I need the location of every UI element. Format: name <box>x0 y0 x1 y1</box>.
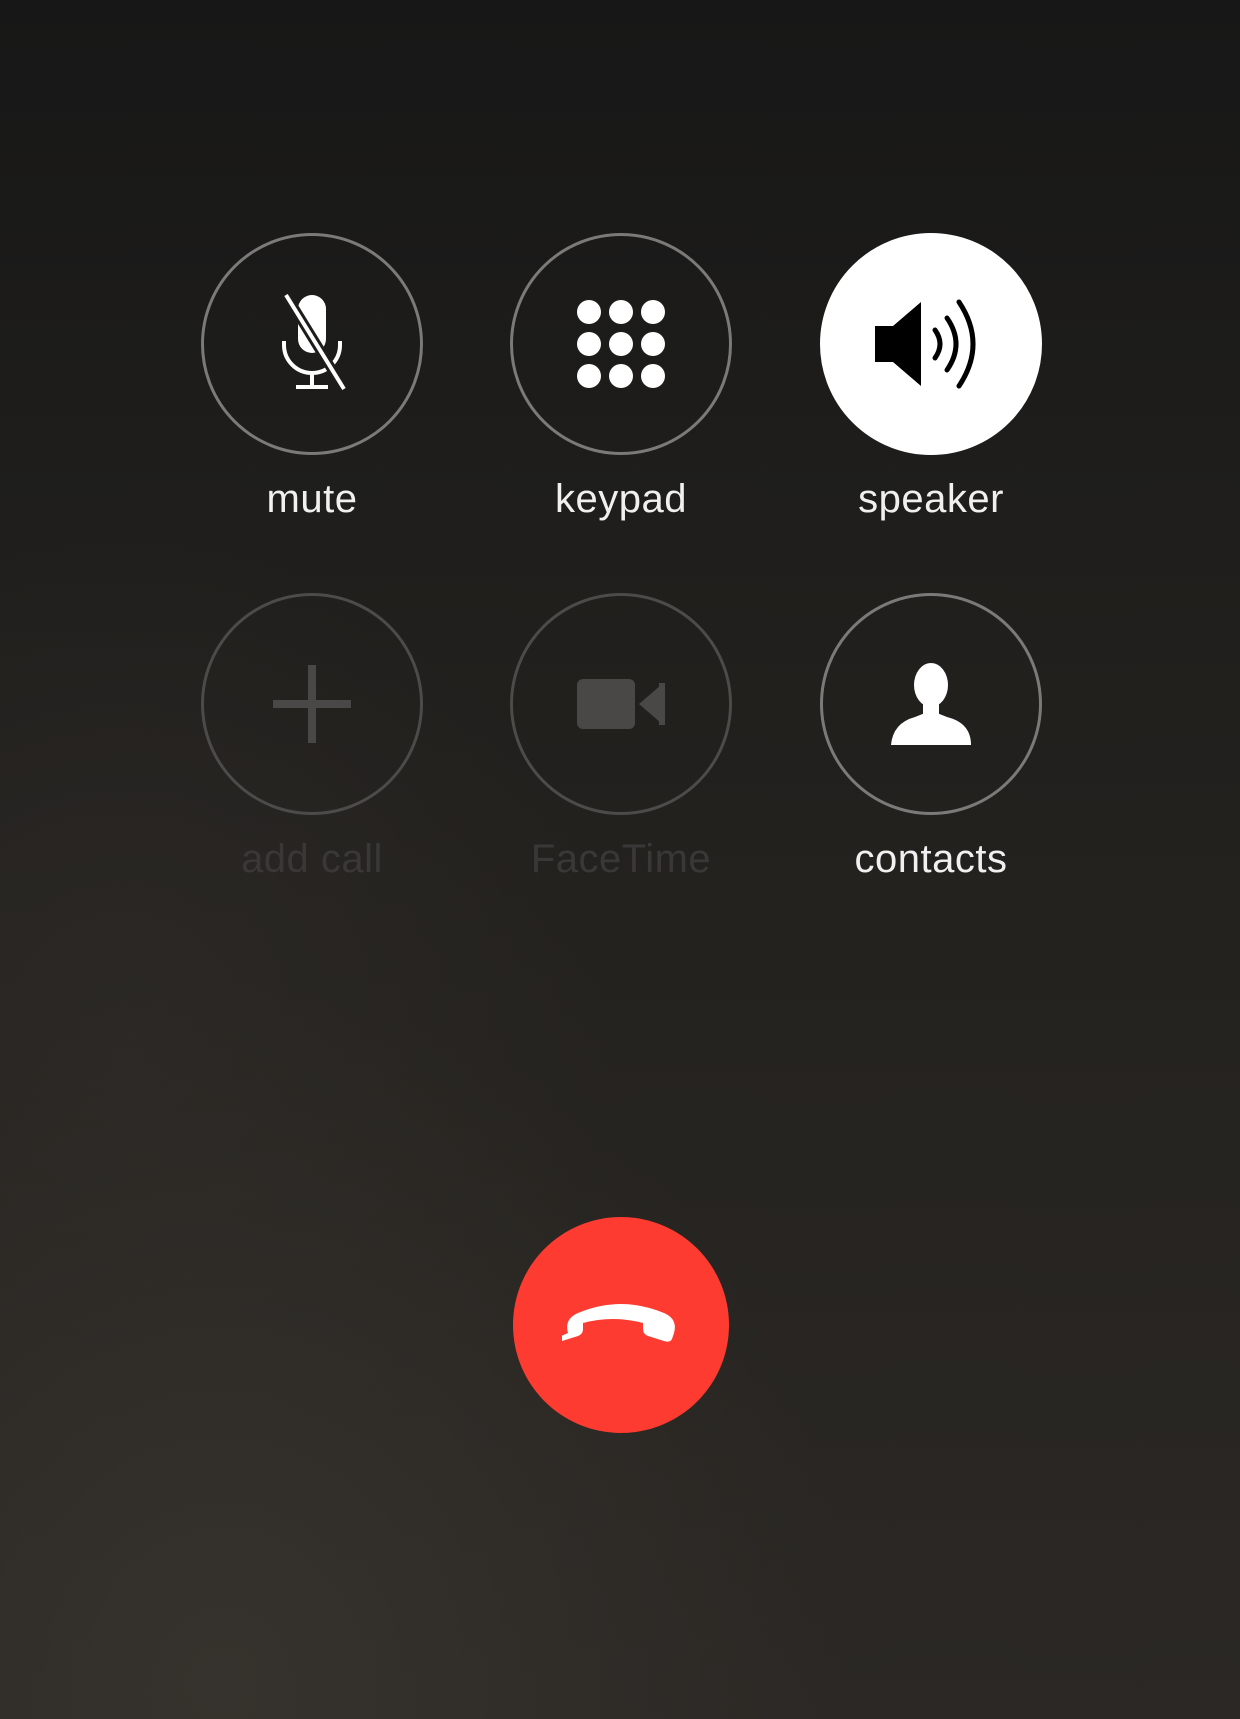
facetime-circle[interactable] <box>510 593 732 815</box>
contacts-button[interactable]: contacts <box>776 593 1086 883</box>
mute-button[interactable]: mute <box>157 233 467 523</box>
mute-label: mute <box>266 477 358 521</box>
end-call-button[interactable] <box>513 1217 729 1433</box>
phone-hangup-icon <box>562 1304 675 1342</box>
call-controls-grid: mute keypad speaker add call FaceTime co… <box>0 0 1240 900</box>
speaker-circle[interactable] <box>820 233 1042 455</box>
mute-circle[interactable] <box>201 233 423 455</box>
contacts-circle[interactable] <box>820 593 1042 815</box>
facetime-button[interactable]: FaceTime <box>466 593 776 883</box>
keypad-dots-icon <box>577 300 665 388</box>
mic-off-icon <box>281 292 349 392</box>
keypad-button[interactable]: keypad <box>466 233 776 523</box>
keypad-circle[interactable] <box>510 233 732 455</box>
plus-icon <box>273 665 351 743</box>
speaker-icon <box>875 299 976 389</box>
add-call-circle[interactable] <box>201 593 423 815</box>
add-call-button[interactable]: add call <box>157 593 467 883</box>
person-icon <box>891 663 971 745</box>
speaker-label: speaker <box>858 477 1004 521</box>
keypad-label: keypad <box>555 477 687 521</box>
video-camera-icon <box>577 679 665 729</box>
add-call-label: add call <box>241 837 383 881</box>
speaker-button[interactable]: speaker <box>776 233 1086 523</box>
facetime-label: FaceTime <box>530 837 712 881</box>
contacts-label: contacts <box>854 837 1008 881</box>
